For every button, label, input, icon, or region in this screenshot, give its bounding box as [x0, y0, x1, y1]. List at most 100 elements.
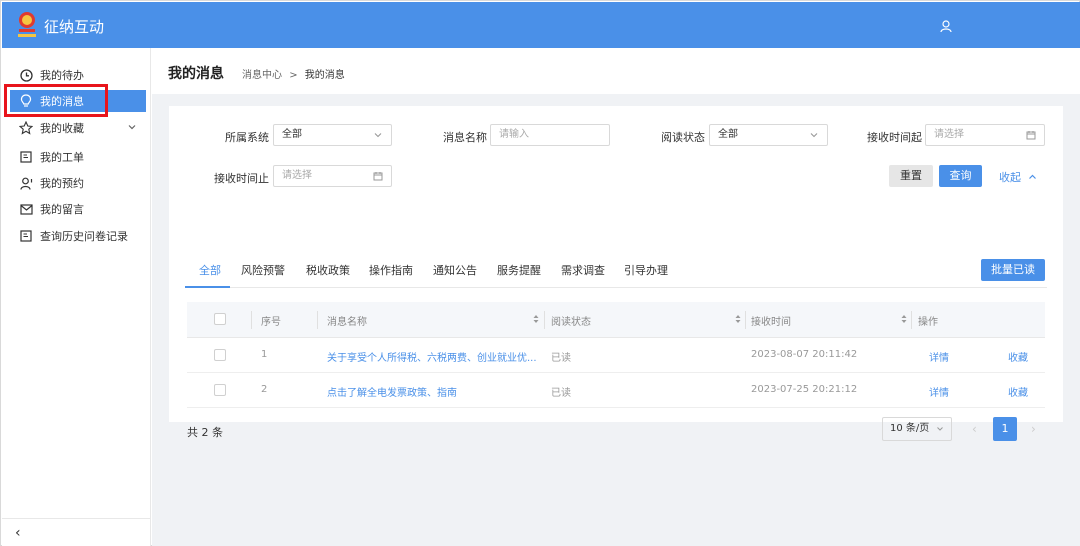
chevron-down-icon	[128, 125, 136, 130]
row-favorite-link[interactable]: 收藏	[1008, 349, 1028, 364]
tab-notices[interactable]: 通知公告	[433, 262, 477, 278]
breadcrumb-parent[interactable]: 消息中心	[242, 70, 282, 81]
table-header: 序号 消息名称 阅读状态 接收时间 操作	[187, 302, 1045, 338]
table-row: 1 关于享受个人所得税、六税两费、创业就业优... 已读 2023-08-07 …	[187, 338, 1045, 373]
system-select-value: 全部	[282, 129, 302, 140]
sidebar-item-survey-history[interactable]: 查询历史问卷记录	[2, 225, 151, 247]
mail-icon	[19, 202, 33, 216]
row-receive-time: 2023-07-25 20:21:12	[751, 384, 858, 395]
sidebar-item-label: 我的消息	[40, 95, 84, 108]
document-icon	[19, 150, 33, 164]
sort-icon[interactable]	[901, 314, 907, 324]
receive-end-placeholder: 请选择	[282, 170, 312, 181]
chevron-left-icon: ‹	[15, 525, 21, 541]
read-status-label: 阅读状态	[661, 131, 705, 144]
sidebar-item-todo[interactable]: 我的待办	[2, 64, 151, 86]
star-icon	[19, 121, 33, 135]
reset-button[interactable]: 重置	[889, 165, 933, 187]
sidebar-item-favorites[interactable]: 我的收藏	[2, 117, 151, 139]
collapse-filters-link[interactable]: 收起	[999, 169, 1037, 185]
page-header: 我的消息 消息中心 > 我的消息	[152, 48, 1080, 94]
row-checkbox[interactable]	[214, 349, 226, 361]
sidebar-item-comments[interactable]: 我的留言	[2, 198, 151, 220]
tab-operation-guide[interactable]: 操作指南	[369, 262, 413, 278]
breadcrumb-current: 我的消息	[304, 70, 345, 81]
main-content: 我的消息 消息中心 > 我的消息 所属系统 全部 消息名称 请输入 阅读状态 全…	[152, 48, 1080, 546]
page-button-current[interactable]: 1	[993, 417, 1017, 441]
column-divider	[544, 311, 545, 329]
sidebar-item-messages[interactable]: 我的消息	[10, 90, 146, 112]
sidebar-item-label: 我的收藏	[40, 122, 84, 135]
sidebar: 我的待办 我的消息 我的收藏 我的工单 我的预约 我的留言 查询历史问卷记录 ‹	[2, 48, 151, 546]
batch-mark-read-button[interactable]: 批量已读	[981, 259, 1045, 281]
row-favorite-link[interactable]: 收藏	[1008, 384, 1028, 399]
row-checkbox[interactable]	[214, 384, 226, 396]
page-size-value: 10 条/页	[890, 423, 930, 434]
column-divider	[911, 311, 912, 329]
sort-icon[interactable]	[533, 314, 539, 324]
tab-tax-policy[interactable]: 税收政策	[306, 262, 350, 278]
sort-icon[interactable]	[735, 314, 741, 324]
prev-page-button[interactable]: ‹	[972, 417, 977, 441]
lightbulb-icon	[19, 94, 33, 108]
column-divider	[317, 311, 318, 329]
person-icon	[19, 176, 33, 190]
page-title: 我的消息	[168, 66, 224, 82]
app-title: 征纳互动	[44, 18, 105, 36]
column-header-name: 消息名称	[327, 317, 367, 328]
message-card: 所属系统 全部 消息名称 请输入 阅读状态 全部 接收时间起 请选择 接收时间止…	[169, 106, 1063, 441]
row-index: 2	[261, 384, 268, 395]
message-name-input[interactable]: 请输入	[490, 124, 610, 146]
select-all-checkbox[interactable]	[214, 313, 226, 325]
receive-start-label: 接收时间起	[867, 131, 922, 144]
column-header-actions: 操作	[918, 317, 938, 328]
tabs-divider	[185, 287, 1047, 288]
sidebar-item-label: 查询历史问卷记录	[40, 230, 128, 243]
breadcrumb: 消息中心 > 我的消息	[242, 66, 345, 81]
system-label: 所属系统	[225, 131, 269, 144]
next-page-button[interactable]: ›	[1031, 417, 1036, 441]
calendar-icon	[373, 172, 383, 181]
row-index: 1	[261, 349, 268, 360]
chevron-down-icon	[810, 133, 818, 138]
column-header-read-status: 阅读状态	[551, 317, 591, 328]
tab-demand-survey[interactable]: 需求调查	[561, 262, 605, 278]
total-count: 共 2 条	[187, 426, 223, 439]
table-row: 2 点击了解全电发票政策、指南 已读 2023-07-25 20:21:12 详…	[187, 373, 1045, 408]
chevron-down-icon	[374, 133, 382, 138]
row-detail-link[interactable]: 详情	[929, 349, 949, 364]
active-tab-indicator	[185, 286, 230, 288]
column-divider	[745, 311, 746, 329]
top-bar: 征纳互动	[2, 2, 1080, 48]
tab-risk-warning[interactable]: 风险预警	[241, 262, 285, 278]
read-status-select-value: 全部	[718, 129, 738, 140]
row-detail-link[interactable]: 详情	[929, 384, 949, 399]
chevron-down-icon	[937, 427, 943, 431]
query-button[interactable]: 查询	[939, 165, 982, 187]
window-frame: 征纳互动 我的待办 我的消息 我的收藏 我的工单 我的预约 我的留言 查询历史问…	[0, 0, 1080, 546]
user-icon[interactable]	[939, 19, 953, 33]
sidebar-item-label: 我的待办	[40, 69, 84, 82]
clock-icon	[19, 68, 33, 82]
message-name-label: 消息名称	[443, 131, 487, 144]
collapse-filters-label: 收起	[999, 171, 1021, 184]
calendar-icon	[1026, 131, 1036, 140]
row-read-status: 已读	[551, 353, 571, 364]
receive-end-label: 接收时间止	[214, 172, 269, 185]
tab-all[interactable]: 全部	[199, 262, 221, 278]
breadcrumb-separator: >	[289, 70, 298, 81]
receive-start-date-picker[interactable]: 请选择	[925, 124, 1045, 146]
row-message-name-link[interactable]: 关于享受个人所得税、六税两费、创业就业优...	[327, 349, 537, 364]
read-status-select[interactable]: 全部	[709, 124, 828, 146]
system-select[interactable]: 全部	[273, 124, 392, 146]
row-message-name-link[interactable]: 点击了解全电发票政策、指南	[327, 384, 457, 399]
tab-guided-handling[interactable]: 引导办理	[624, 262, 668, 278]
page-size-select[interactable]: 10 条/页	[882, 417, 952, 441]
list-icon	[19, 229, 33, 243]
sidebar-item-appointments[interactable]: 我的预约	[2, 172, 151, 194]
receive-end-date-picker[interactable]: 请选择	[273, 165, 392, 187]
sidebar-collapse-button[interactable]: ‹	[2, 518, 151, 546]
sidebar-item-work-orders[interactable]: 我的工单	[2, 146, 151, 168]
tab-service-reminder[interactable]: 服务提醒	[497, 262, 541, 278]
receive-start-placeholder: 请选择	[934, 129, 964, 140]
